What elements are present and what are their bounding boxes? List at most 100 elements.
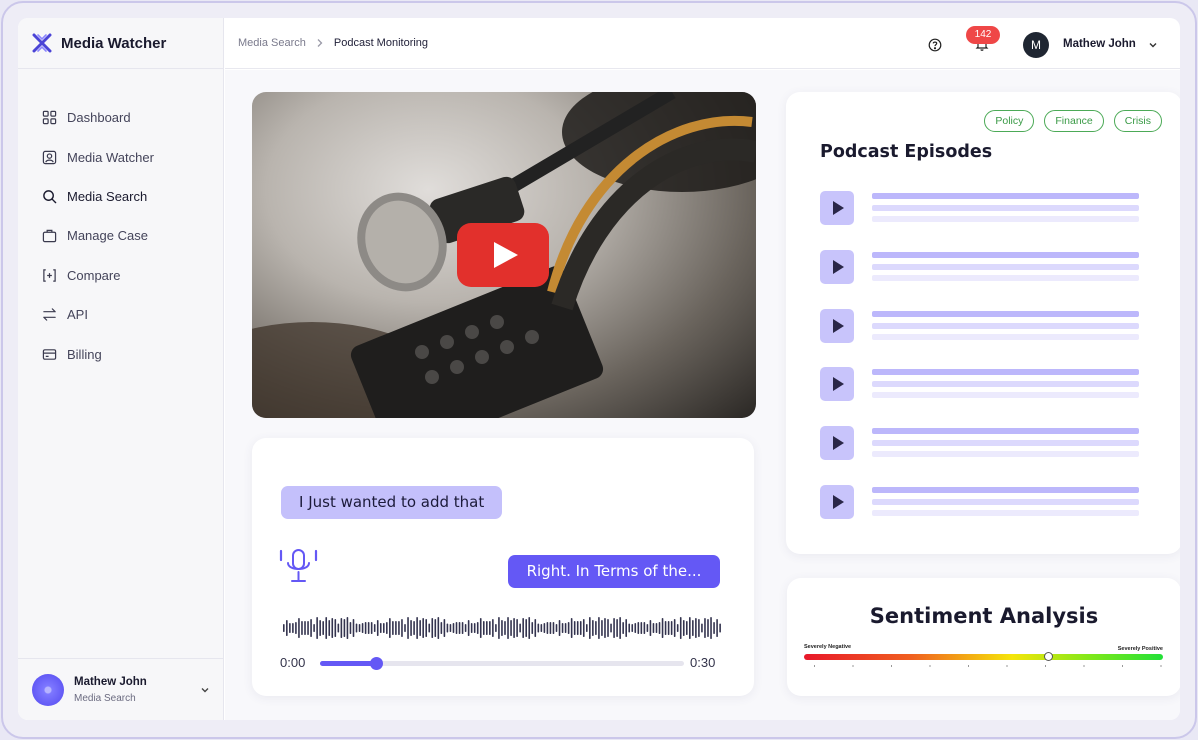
waveform-bar [331, 618, 334, 638]
waveform-bar [528, 617, 531, 639]
sentiment-tick [1083, 665, 1085, 667]
sidebar-item-dashboard[interactable]: Dashboard [42, 98, 212, 137]
sidebar-item-billing[interactable]: Billing [42, 334, 212, 373]
waveform-bar [373, 624, 376, 632]
audio-progress-handle[interactable] [370, 657, 384, 670]
sidebar-item-media-watcher[interactable]: Media Watcher [42, 137, 212, 176]
waveform-bar [379, 623, 382, 633]
waveform-bar [492, 619, 494, 637]
waveform-bar [610, 623, 612, 633]
episode-row[interactable] [820, 308, 1150, 368]
tag-crisis[interactable]: Crisis [1113, 110, 1162, 132]
waveform-bar [510, 620, 512, 636]
waveform-bar [486, 621, 488, 635]
video-player[interactable] [252, 92, 756, 418]
waveform-bar [316, 617, 318, 639]
microphone-icon[interactable] [278, 547, 320, 587]
episode-meta-placeholder [872, 333, 1139, 340]
episode-row[interactable] [820, 484, 1150, 544]
waveform-bar [619, 617, 621, 639]
topic-tags: Policy Finance Crisis [984, 110, 1162, 132]
episode-play-button[interactable] [820, 249, 854, 284]
waveform-bar [640, 622, 643, 634]
waveform-bar [516, 619, 518, 637]
sidebar-item-label: Media Watcher [67, 149, 154, 165]
sidebar-item-media-search[interactable]: Media Search [42, 177, 212, 216]
sidebar-item-label: Media Search [67, 188, 148, 204]
audio-progress-slider[interactable] [320, 657, 684, 670]
waveform-bar [579, 621, 582, 635]
waveform-bar [586, 624, 588, 632]
sentiment-indicator [1044, 652, 1054, 661]
waveform-bar [601, 620, 603, 636]
waveform-bar [661, 618, 664, 638]
waveform-bar [428, 623, 431, 633]
transcript-card: I Just wanted to add that Right. In Term… [252, 438, 754, 696]
episode-play-button[interactable] [820, 367, 854, 402]
waveform-bar [325, 617, 328, 639]
sidebar-item-manage-case[interactable]: Manage Case [42, 216, 212, 255]
sidebar-user-card[interactable]: Mathew John Media Search [18, 658, 224, 720]
sidebar-nav: Dashboard Media Watcher Media Search Man… [42, 98, 212, 374]
episode-meta-placeholder [872, 509, 1139, 516]
sentiment-tick [1122, 665, 1123, 667]
sidebar-item-api[interactable]: API [42, 295, 212, 334]
chevron-down-icon[interactable] [200, 685, 210, 695]
waveform-bar [685, 621, 688, 635]
brand[interactable]: Media Watcher [32, 32, 166, 54]
waveform-bar [425, 619, 428, 637]
waveform-bar [549, 622, 552, 634]
waveform-bar [313, 624, 315, 632]
episode-play-button[interactable] [820, 484, 854, 519]
waveform-bar [667, 621, 670, 635]
waveform-bar [431, 618, 434, 638]
waveform-bar [513, 618, 515, 638]
avatar[interactable]: M [1023, 32, 1049, 58]
waveform-bar [355, 623, 358, 633]
waveform-bar [458, 622, 461, 634]
waveform-bar [607, 619, 609, 637]
episode-play-button[interactable] [820, 191, 854, 225]
waveform-bar [410, 620, 412, 636]
waveform-bar [637, 622, 640, 634]
waveform-bar [643, 622, 646, 634]
waveform-bar [386, 622, 388, 634]
waveform-bar [349, 622, 352, 634]
breadcrumb-item-media-search[interactable]: Media Search [238, 37, 306, 49]
episode-meta-placeholder [872, 440, 1139, 447]
podcast-episodes-title: Podcast Episodes [820, 142, 993, 162]
waveform-bar [531, 622, 534, 634]
waveform-bar [558, 620, 561, 636]
waveform-bar [543, 623, 546, 633]
sentiment-label-positive: Severely Positive [1117, 646, 1163, 652]
waveform-bar [552, 622, 555, 634]
video-play-button[interactable] [457, 223, 549, 287]
sidebar-item-compare[interactable]: Compare [42, 256, 212, 295]
play-icon [833, 201, 844, 215]
waveform-bar [501, 620, 503, 636]
tag-policy[interactable]: Policy [984, 110, 1035, 132]
waveform-bar [628, 623, 631, 633]
episode-row[interactable] [820, 426, 1150, 485]
notification-badge: 142 [966, 26, 1000, 44]
breadcrumb: Media Search Podcast Monitoring [238, 37, 428, 49]
sidebar-divider [18, 68, 224, 69]
header-user-name[interactable]: Mathew John [1063, 38, 1136, 50]
waveform-bar [422, 618, 424, 638]
podcast-episodes-card: Policy Finance Crisis Podcast Episodes [786, 92, 1180, 554]
episode-meta-placeholder [872, 451, 1139, 458]
episode-play-button[interactable] [820, 308, 854, 343]
sentiment-label-negative: Severely Negative [804, 644, 852, 650]
waveform-bar [595, 621, 597, 635]
episode-row[interactable] [820, 249, 1150, 309]
chevron-down-icon[interactable] [1148, 40, 1158, 50]
waveform-bar [434, 619, 437, 637]
waveform-bar [376, 620, 379, 636]
tag-finance[interactable]: Finance [1044, 110, 1104, 132]
episode-play-button[interactable] [820, 426, 854, 461]
help-icon[interactable] [928, 38, 942, 52]
episode-row[interactable] [820, 367, 1150, 426]
episode-row[interactable] [820, 191, 1150, 250]
sentiment-tick [852, 665, 854, 667]
waveform-bar [322, 621, 324, 635]
